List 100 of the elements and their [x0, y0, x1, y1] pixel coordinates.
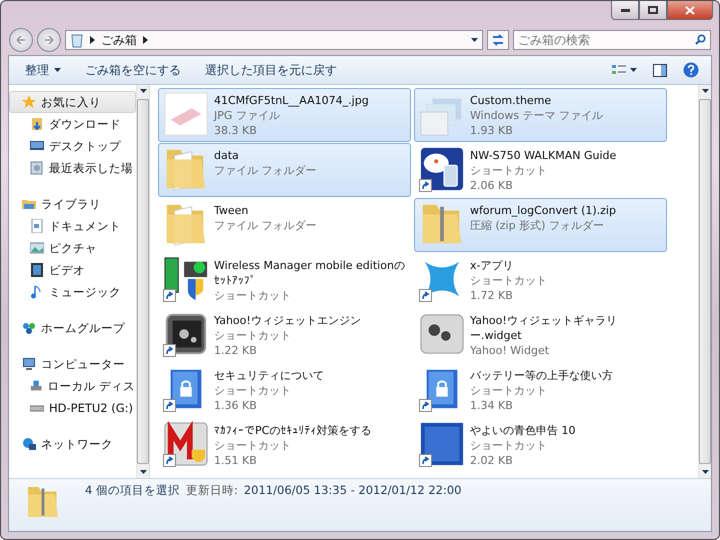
nav-item[interactable]: ドキュメント [9, 215, 136, 237]
file-tile[interactable]: Custom.theme Windows テーマ ファイル 1.93 KB [414, 88, 667, 142]
address-field[interactable]: ごみ箱 [65, 30, 483, 50]
caret-icon [140, 89, 146, 93]
minimize-button[interactable] [611, 1, 639, 20]
file-type: ショートカット [470, 438, 548, 453]
star-icon [22, 95, 36, 109]
file-name: 41CMfGF5tnL__AA1074_.jpg [214, 93, 369, 108]
file-tile[interactable]: バッテリー等の上手な使い方 ショートカット 1.34 KB [414, 363, 667, 417]
file-name: Wireless Manager mobile editionのｾｯﾄｱｯﾌﾟ [214, 258, 406, 288]
file-type: ショートカット [470, 273, 547, 288]
nav-group-item[interactable]: ライブラリ [9, 193, 136, 215]
file-size: 1.36 KB [214, 398, 258, 413]
breadcrumb-item[interactable]: ごみ箱 [101, 32, 137, 48]
refresh-arrows-icon [491, 34, 505, 46]
file-name: Tween [214, 203, 250, 218]
back-button[interactable] [9, 28, 33, 52]
file-type: ショートカット [214, 438, 292, 453]
file-tile[interactable]: ﾏｶﾌｨｰでPCのｾｷｭﾘﾃｨ対策をする ショートカット 1.51 KB [158, 418, 411, 472]
scrollbar[interactable] [136, 85, 149, 478]
toolbar-button[interactable]: ごみ箱を空にする [75, 58, 191, 82]
file-tile[interactable]: NW-S750 WALKMAN Guide ショートカット 2.06 KB [414, 143, 667, 197]
nav-item[interactable]: ビデオ [9, 259, 136, 281]
file-name: Custom.theme [470, 93, 552, 108]
file-size: 1.34 KB [470, 398, 514, 413]
file-tile[interactable]: やよいの青色申告 10 ショートカット 2.02 KB [414, 418, 667, 472]
caret-icon [702, 470, 708, 474]
toolbar-button[interactable]: 選択した項目を元に戻す [195, 58, 347, 82]
film-icon [30, 263, 44, 277]
nav-group-item[interactable]: ホームグループ [9, 317, 136, 339]
breadcrumb-arrow-icon [90, 36, 95, 44]
file-size: 38.3 KB [214, 123, 258, 138]
file-name: wforum_logConvert (1).zip [470, 203, 616, 218]
file-type: Windows テーマ ファイル [470, 108, 604, 123]
file-size: 1.51 KB [214, 453, 258, 468]
computer-icon [22, 357, 36, 371]
file-type: 圧縮 (zip 形式) フォルダー [470, 218, 605, 233]
forward-arrow-icon [44, 36, 54, 44]
maximize-icon [648, 6, 658, 14]
nav-group-item[interactable]: コンピューター [9, 353, 136, 375]
search-field[interactable]: ごみ箱の検索 [513, 30, 711, 50]
disk-drive-icon [30, 379, 42, 393]
nav-item[interactable]: ローカル ディス [9, 375, 136, 397]
file-type: ショートカット [214, 288, 292, 303]
file-size: 1.22 KB [214, 343, 258, 358]
nav-item[interactable]: デスクトップ [9, 135, 136, 157]
document-icon [30, 219, 44, 233]
file-type: ショートカット [470, 163, 548, 178]
file-size: 2.02 KB [470, 453, 514, 468]
caret-icon [702, 89, 708, 93]
search-icon [695, 34, 706, 45]
nav-item[interactable]: 最近表示した場 [9, 157, 136, 179]
view-list-icon [612, 64, 626, 76]
forward-button[interactable] [37, 28, 61, 52]
file-tile[interactable]: 41CMfGF5tnL__AA1074_.jpg JPG ファイル 38.3 KB [158, 88, 411, 142]
file-tile[interactable]: Yahoo!ウィジェットエンジン ショートカット 1.22 KB [158, 308, 411, 362]
caret-icon [630, 68, 637, 72]
photo-placeholder [163, 91, 209, 137]
dropdown-caret-icon[interactable] [471, 38, 478, 42]
file-tile[interactable]: Yahoo!ウィジェットギャラリー.widget Yahoo! Widget [414, 308, 667, 362]
modified-date-range: 2011/06/05 13:35 - 2012/01/12 22:00 [244, 483, 462, 497]
close-button[interactable] [667, 1, 713, 20]
file-name: NW-S750 WALKMAN Guide [470, 148, 616, 163]
nav-item[interactable]: ピクチャ [9, 237, 136, 259]
scrollbar[interactable] [698, 85, 711, 478]
file-name: x-アプリ [470, 258, 514, 273]
nav-item[interactable]: HD-PETU2 (G:) [9, 397, 136, 419]
file-type: ショートカット [214, 328, 292, 343]
file-type: ショートカット [470, 383, 548, 398]
recycle-bin-icon [70, 32, 84, 48]
picture-icon [30, 241, 44, 255]
file-tile[interactable]: セキュリティについて ショートカット 1.36 KB [158, 363, 411, 417]
file-tile[interactable]: data ファイル フォルダー [158, 143, 411, 197]
nav-item[interactable]: ミュージック [9, 281, 136, 303]
file-type: JPG ファイル [214, 108, 281, 123]
file-name: data [214, 148, 240, 163]
file-tile[interactable]: x-アプリ ショートカット 1.72 KB [414, 253, 667, 307]
file-name: ﾏｶﾌｨｰでPCのｾｷｭﾘﾃｨ対策をする [214, 423, 372, 438]
file-tile[interactable]: Wireless Manager mobile editionのｾｯﾄｱｯﾌﾟ ショートカット [158, 253, 411, 307]
help-icon [683, 62, 699, 78]
file-tile[interactable]: wforum_logConvert (1).zip 圧縮 (zip 形式) フォルダー [414, 198, 667, 252]
toolbar-button[interactable]: 整理 [15, 58, 71, 82]
monitor-icon [30, 139, 44, 153]
file-tile[interactable]: Tween ファイル フォルダー [158, 198, 411, 252]
file-type: Yahoo! Widget [470, 343, 550, 358]
file-type: ショートカット [214, 383, 292, 398]
refresh-button[interactable] [487, 30, 509, 50]
pane-icon [653, 64, 667, 76]
file-name: Yahoo!ウィジェットギャラリー.widget [470, 313, 618, 343]
file-size: 2.06 KB [470, 178, 514, 193]
close-icon [685, 6, 695, 14]
file-name: セキュリティについて [214, 368, 324, 383]
nav-group-item[interactable]: お気に入り [9, 91, 136, 113]
letter-shield-icon [163, 421, 209, 467]
maximize-button[interactable] [639, 1, 667, 20]
back-arrow-icon [16, 36, 26, 44]
nav-item[interactable]: ダウンロード [9, 113, 136, 135]
minimize-icon [620, 8, 630, 12]
nav-group-item[interactable]: ネットワーク [9, 433, 136, 455]
globe-network-icon [22, 437, 36, 451]
